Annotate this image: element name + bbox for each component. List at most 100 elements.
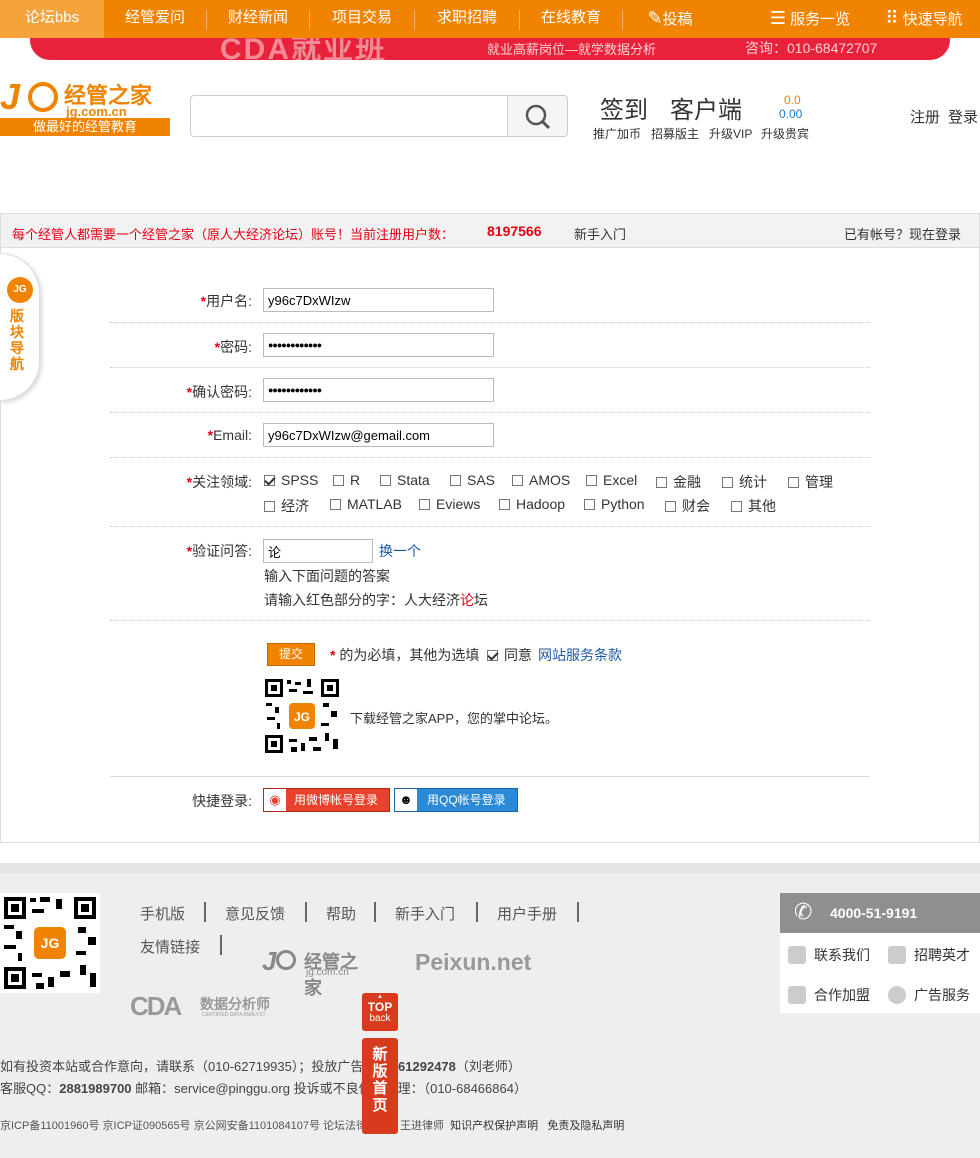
vip-link[interactable]: 升级VIP [709,125,752,142]
footer-separator [204,902,206,922]
terms-link[interactable]: 网站服务条款 [538,645,622,665]
nav-item-news[interactable]: 财经新闻 [207,0,309,38]
footer-link-manual[interactable]: 用户手册 [497,903,557,924]
field-checkbox-amos[interactable]: AMOS [512,472,570,488]
partner-cda-logo[interactable]: CDA 数据分析师 CERTIFIED DATA ANALYST [130,991,280,1022]
nav-separator [622,10,623,30]
field-checkbox-python[interactable]: Python [584,496,645,512]
jg-chat-icon: JG [7,277,33,303]
lightbulb-icon [888,986,906,1004]
list-icon: ☰ [769,8,786,28]
nav-item-submit[interactable]: ✎投稿 [630,0,710,38]
register-link[interactable]: 注册 [910,106,940,127]
footer-link-feedback[interactable]: 意见反馈 [225,903,285,924]
field-checkbox-eviews[interactable]: Eviews [419,496,480,512]
field-checkbox-finance[interactable]: 金融 [656,472,701,492]
agree-checkbox[interactable]: 同意 [487,645,532,665]
weibo-login-label: 用微博帐号登录 [294,793,379,807]
field-checkbox-r[interactable]: R [333,472,360,488]
submit-button[interactable]: 提交 [267,643,315,666]
premium-link[interactable]: 升级贵宾 [761,125,809,142]
logo-plus-icon [28,82,58,112]
board-nav-label: 版块导航 [10,308,24,372]
fields-label: *关注领域: [186,474,252,490]
jobs-link[interactable]: 招聘英才 [888,945,970,965]
svg-text:JG: JG [41,935,60,951]
footer-invest-line: 如有投资本站或合作意向，请联系（010-62719935）；投放广告：13661… [0,1059,521,1074]
field-checkbox-hadoop[interactable]: Hadoop [499,496,565,512]
username-field[interactable] [263,288,494,312]
ip-statement-link[interactable]: 知识产权保护声明 [450,1120,538,1132]
captcha-input[interactable] [263,539,373,563]
new-homepage-button[interactable]: 新版首页 [362,1038,398,1134]
field-checkbox-spss[interactable]: SPSS [264,472,318,488]
coins-value: 0.0 [784,93,801,107]
divider [110,457,870,458]
email-field[interactable] [263,423,494,447]
have-account-link[interactable]: 已有帐号？现在登录 [844,224,961,243]
partner-jg-mark: J [262,946,277,976]
field-checkbox-statistics[interactable]: 统计 [722,472,767,492]
promote-link[interactable]: 推广加币 [593,125,641,142]
logo-slogan: 做最好的经管教育 [0,118,170,136]
partner-cda-name: 数据分析师 [200,996,270,1012]
back-label: back [369,1013,391,1024]
search-button[interactable] [507,95,568,137]
nav-quicknav[interactable]: ⠿ 快速导航 [872,0,976,38]
banner-phone: 咨询：010-68472707 [745,40,878,56]
captcha-change-link[interactable]: 换一个 [379,541,421,561]
pencil-icon: ✎ [647,8,663,28]
field-checkbox-excel[interactable]: Excel [586,472,637,488]
register-bar: 每个经管人都需要一个经管之家（原人大经济论坛）账号！当前注册用户数： 81975… [1,214,979,248]
field-checkbox-stata[interactable]: Stata [380,472,430,488]
footer-separator [374,902,376,922]
board-nav-tab[interactable]: JG 版块导航 [0,253,40,401]
checkin-link[interactable]: 签到 [600,90,648,125]
hotline-bar[interactable]: ✆ 4000-51-9191 [780,893,980,933]
password-field[interactable]: ●●●●●●●●●●●● [263,333,494,357]
field-checkbox-sas[interactable]: SAS [450,472,495,488]
ads-link[interactable]: 广告服务 [888,985,970,1005]
footer-separator [476,902,478,922]
back-to-top-button[interactable]: ▲ TOP back [362,993,398,1031]
nav-service[interactable]: ☰ 服务一览 [760,0,860,38]
app-qr-code: JG [263,677,341,755]
confirm-password-field[interactable]: ●●●●●●●●●●●● [263,378,494,402]
nav-service-label: 服务一览 [790,11,851,28]
nav-item-trade[interactable]: 项目交易 [310,0,414,38]
privacy-link[interactable]: 免责及隐私声明 [547,1120,624,1132]
qq-login-button[interactable]: ☻ 用QQ帐号登录 [394,788,518,812]
client-link[interactable]: 客户端 [670,90,742,125]
contact-us-link[interactable]: 联系我们 [788,945,870,965]
footer-link-help[interactable]: 帮助 [326,903,356,924]
partner-cda-sub: CERTIFIED DATA ANALYST [202,1012,266,1018]
nav-item-ask[interactable]: 经管爱问 [104,0,206,38]
app-download-text: 下载经管之家APP，您的掌中论坛。 [350,711,559,726]
banner-title: CDA就业班 [220,38,387,60]
footer-separator [305,902,307,922]
divider [110,412,870,413]
contact-panel: ✆ 4000-51-9191 联系我们 招聘英才 合作加盟 广告服务 [780,893,980,1013]
email-label: *Email: [207,427,252,443]
field-checkbox-other[interactable]: 其他 [731,496,776,516]
nav-item-education[interactable]: 在线教育 [520,0,622,38]
nav-item-bbs[interactable]: 论坛bbs [0,0,104,38]
site-logo[interactable]: J 经管之家 jg.com.cn 做最好的经管教育 [0,76,172,136]
newbie-link[interactable]: 新手入门 [574,224,626,243]
partner-peixun-logo[interactable]: Peixun.net [415,949,531,976]
field-checkbox-accounting[interactable]: 财会 [665,496,710,516]
moderator-link[interactable]: 招募版主 [651,125,699,142]
weibo-login-button[interactable]: ◉ 用微博帐号登录 [263,788,390,812]
field-checkbox-management[interactable]: 管理 [788,472,833,492]
login-link[interactable]: 登录 [948,106,978,127]
search-input[interactable] [190,95,508,137]
footer-contact-line: 客服QQ：2881989700 邮箱：service@pinggu.org 投诉… [0,1081,527,1096]
field-checkbox-matlab[interactable]: MATLAB [330,496,402,512]
cda-banner[interactable]: CDA就业班 就业高薪岗位—就学数据分析 咨询：010-68472707 [30,38,950,60]
partner-jg-logo[interactable]: J 经管之家 jg.com.cn [262,946,374,998]
cooperation-link[interactable]: 合作加盟 [788,985,870,1005]
footer-link-newbie[interactable]: 新手入门 [395,903,455,924]
field-checkbox-economics[interactable]: 经济 [264,496,309,516]
footer-link-mobile[interactable]: 手机版 [140,903,185,924]
nav-item-jobs[interactable]: 求职招聘 [415,0,519,38]
